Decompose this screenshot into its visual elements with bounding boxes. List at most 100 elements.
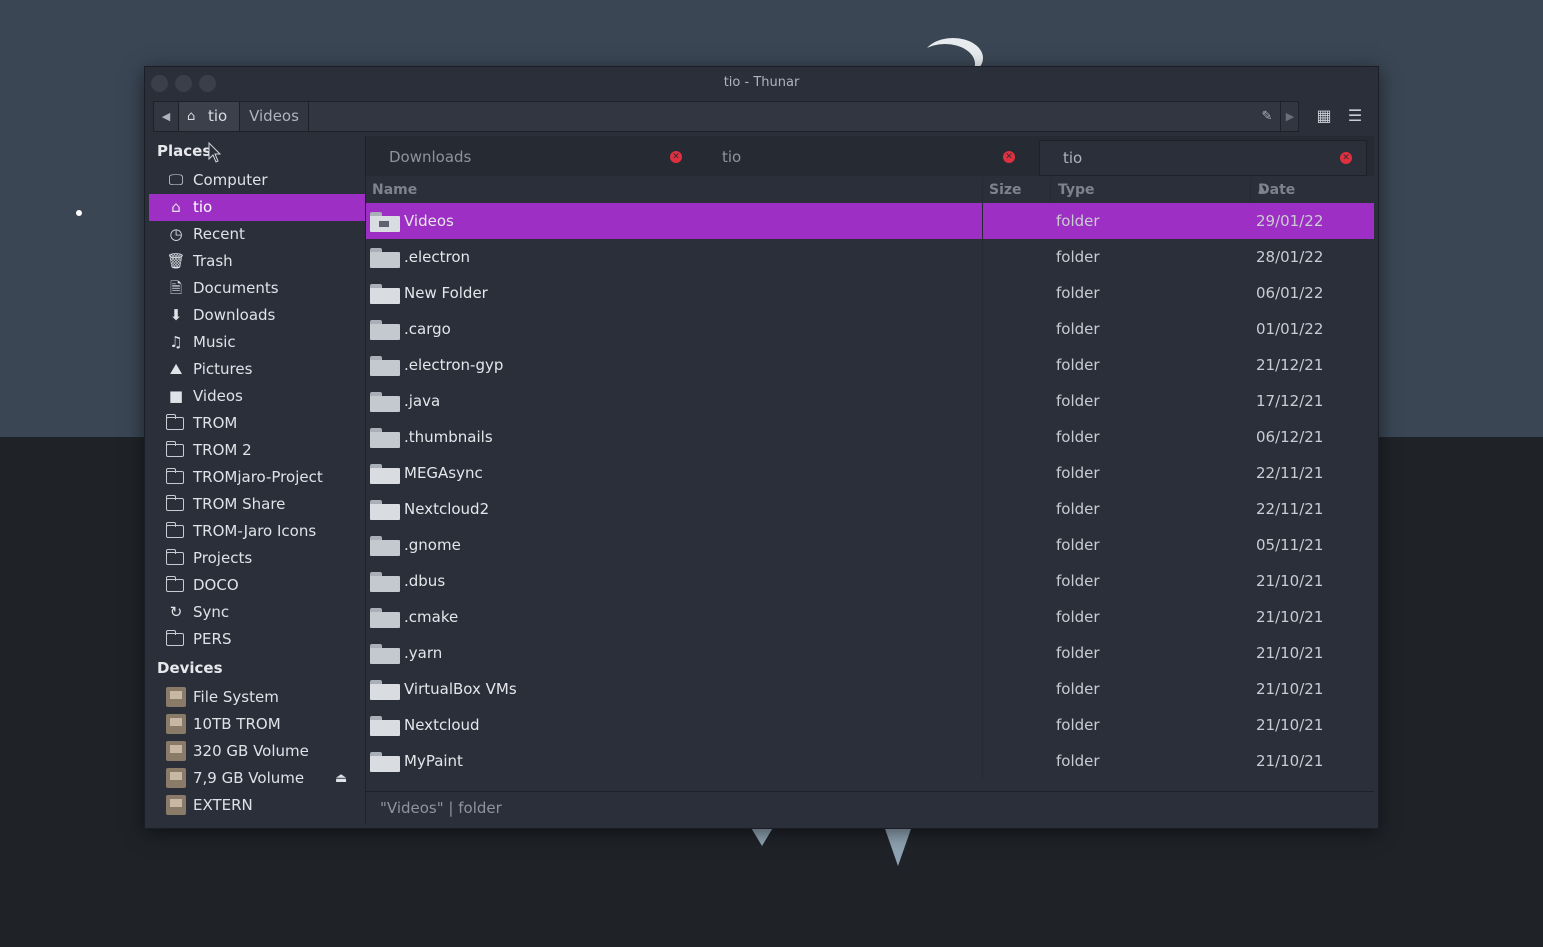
sidebar-item-sync[interactable]: ↻ Sync <box>149 599 365 626</box>
file-name: MyPaint <box>404 752 463 770</box>
file-date: 06/01/22 <box>1256 284 1324 302</box>
videos-icon: ■ <box>168 387 184 405</box>
tab-downloads[interactable]: Downloads ✕ <box>366 140 696 174</box>
column-size-header[interactable]: Size <box>989 178 1022 202</box>
file-name: VirtualBox VMs <box>404 680 517 698</box>
sidebar-item-file-system[interactable]: File System <box>149 684 365 711</box>
sidebar-item-label: Recent <box>193 225 245 243</box>
sidebar-item-trash[interactable]: 🗑 Trash <box>149 248 365 275</box>
path-back-button[interactable]: ◀ <box>154 102 179 131</box>
sidebar-item-projects[interactable]: Projects <box>149 545 365 572</box>
column-separator[interactable] <box>982 178 983 202</box>
file-row[interactable]: .cargo folder 01/01/22 <box>366 311 1374 347</box>
eject-icon[interactable]: ⏏ <box>335 765 347 792</box>
sidebar-item-trom-2[interactable]: TROM 2 <box>149 437 365 464</box>
tab-label: Downloads <box>389 148 472 166</box>
column-name-header[interactable]: Name <box>372 178 417 202</box>
sidebar-item-documents[interactable]: 🗎 Documents <box>149 275 365 302</box>
sidebar-item-trom-share[interactable]: TROM Share <box>149 491 365 518</box>
file-date: 21/10/21 <box>1256 716 1324 734</box>
sort-ascending-icon: ▲ <box>1258 184 1266 195</box>
file-row[interactable]: .electron folder 28/01/22 <box>366 239 1374 275</box>
icon-view-icon[interactable]: ▦ <box>1314 106 1334 126</box>
breadcrumb-current[interactable]: Videos <box>240 102 309 131</box>
sidebar-item-tio[interactable]: ⌂ tio <box>149 194 365 221</box>
sidebar-item-7-9-gb-volume[interactable]: 7,9 GB Volume ⏏ <box>149 765 365 792</box>
file-row[interactable]: .gnome folder 05/11/21 <box>366 527 1374 563</box>
sidebar-item-doco[interactable]: DOCO <box>149 572 365 599</box>
sidebar-item-label: TROM <box>193 414 238 432</box>
file-row[interactable]: .dbus folder 21/10/21 <box>366 563 1374 599</box>
tab-tio[interactable]: tio ✕ <box>699 140 1029 174</box>
sidebar-item-label: Videos <box>193 387 243 405</box>
detailed-list-view-icon[interactable]: ☰ <box>1345 106 1365 126</box>
sidebar-item-label: Computer <box>193 171 268 189</box>
file-type: folder <box>1056 752 1100 770</box>
folder-icon <box>370 678 400 700</box>
sidebar-item-label: Sync <box>193 603 230 621</box>
file-date: 21/10/21 <box>1256 608 1324 626</box>
file-row[interactable]: .java folder 17/12/21 <box>366 383 1374 419</box>
sidebar-item-extern[interactable]: EXTERN <box>149 792 365 819</box>
sidebar-item-label: tio <box>193 198 213 216</box>
file-name: New Folder <box>404 284 488 302</box>
file-row[interactable]: MyPaint folder 21/10/21 <box>366 743 1374 779</box>
file-row[interactable]: .thumbnails folder 06/12/21 <box>366 419 1374 455</box>
path-forward-button[interactable]: ▶ <box>1280 102 1299 131</box>
file-row[interactable]: .electron-gyp folder 21/12/21 <box>366 347 1374 383</box>
sidebar-item-label: EXTERN <box>193 796 253 814</box>
sidebar-item-label: TROM 2 <box>193 441 252 459</box>
sidebar-item-downloads[interactable]: ⬇ Downloads <box>149 302 365 329</box>
file-row[interactable]: Videos folder 29/01/22 <box>366 203 1374 239</box>
file-date: 21/10/21 <box>1256 572 1324 590</box>
sidebar-item-320-gb-volume[interactable]: 320 GB Volume <box>149 738 365 765</box>
file-date: 17/12/21 <box>1256 392 1324 410</box>
sidebar-item-music[interactable]: ♫ Music <box>149 329 365 356</box>
tab-close-icon[interactable]: ✕ <box>1340 152 1352 164</box>
sidebar-item-label: 10TB TROM <box>193 715 281 733</box>
file-type: folder <box>1056 644 1100 662</box>
column-separator[interactable] <box>1050 178 1051 202</box>
statusbar: "Videos" | folder <box>366 791 1374 825</box>
file-row[interactable]: .cmake folder 21/10/21 <box>366 599 1374 635</box>
file-type: folder <box>1056 320 1100 338</box>
sidebar-item-videos[interactable]: ■ Videos <box>149 383 365 410</box>
sidebar-item-trom[interactable]: TROM <box>149 410 365 437</box>
tab-tio-active[interactable]: tio ✕ <box>1039 140 1367 176</box>
sidebar-item-label: 320 GB Volume <box>193 742 309 760</box>
file-row[interactable]: .yarn folder 21/10/21 <box>366 635 1374 671</box>
sidebar-item-recent[interactable]: ◷ Recent <box>149 221 365 248</box>
column-separator[interactable] <box>1250 178 1251 202</box>
breadcrumb-home[interactable]: ⌂ tio <box>179 102 240 131</box>
file-row[interactable]: New Folder folder 06/01/22 <box>366 275 1374 311</box>
tab-close-icon[interactable]: ✕ <box>670 151 682 163</box>
sidebar-item-label: Documents <box>193 279 279 297</box>
file-list[interactable]: Videos folder 29/01/22 .electron folder 28/01… <box>366 203 1374 791</box>
sidebar-item-label: DOCO <box>193 576 239 594</box>
sidebar-item-label: PERS <box>193 630 232 648</box>
titlebar[interactable]: tio - Thunar <box>145 67 1378 99</box>
column-type-header[interactable]: Type <box>1058 178 1095 202</box>
pathbar: ◀ ⌂ tio Videos ✎ ▶ <box>153 101 1299 132</box>
folder-icon <box>166 522 184 538</box>
sidebar-item-tromjaro-project[interactable]: TROMjaro-Project <box>149 464 365 491</box>
sidebar-item-10tb-trom[interactable]: 10TB TROM <box>149 711 365 738</box>
drive-icon <box>166 687 186 707</box>
tab-close-icon[interactable]: ✕ <box>1003 151 1015 163</box>
folder-icon <box>370 750 400 772</box>
file-row[interactable]: MEGAsync folder 22/11/21 <box>366 455 1374 491</box>
file-manager-window: tio - Thunar ◀ ⌂ tio Videos ✎ ▶ ▦ ☰ Plac… <box>144 66 1379 829</box>
sidebar-item-trom-jaro-icons[interactable]: TROM-Jaro Icons <box>149 518 365 545</box>
folder-icon <box>370 390 400 412</box>
sidebar-item-label: Trash <box>193 252 233 270</box>
sidebar-item-pictures[interactable]: ⛰ Pictures <box>149 356 365 383</box>
trash-icon: 🗑 <box>166 252 186 270</box>
sidebar-item-pers[interactable]: PERS <box>149 626 365 653</box>
file-row[interactable]: VirtualBox VMs folder 21/10/21 <box>366 671 1374 707</box>
window-title: tio - Thunar <box>723 75 800 90</box>
sidebar-item-computer[interactable]: 🖵 Computer <box>149 167 365 194</box>
folder-icon <box>370 534 400 556</box>
file-row[interactable]: Nextcloud2 folder 22/11/21 <box>366 491 1374 527</box>
file-row[interactable]: Nextcloud folder 21/10/21 <box>366 707 1374 743</box>
edit-location-icon[interactable]: ✎ <box>1256 102 1278 131</box>
